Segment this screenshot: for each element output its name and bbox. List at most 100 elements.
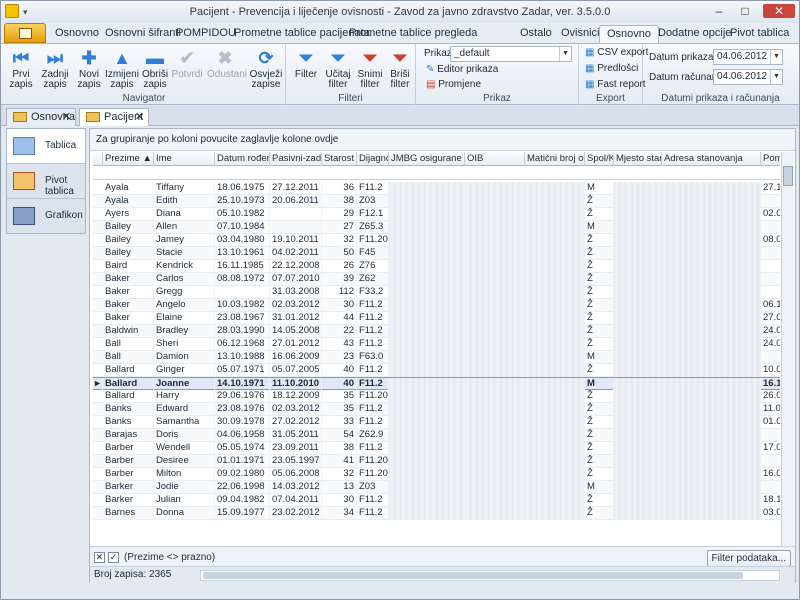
table-cell[interactable]: Ballard [103, 390, 154, 403]
table-cell[interactable] [525, 260, 585, 273]
table-cell[interactable] [662, 507, 761, 520]
table-cell[interactable] [525, 442, 585, 455]
table-cell[interactable] [662, 325, 761, 338]
table-cell[interactable] [662, 234, 761, 247]
table-row[interactable]: Ballard Harry 29.06.1976 18.12.2009 35 F11.20… [93, 390, 780, 403]
table-row[interactable]: AyersDiana05.10.1982 29F12.1 Ž 02.05. [93, 208, 780, 221]
table-cell[interactable]: 32 [322, 468, 357, 481]
table-cell[interactable]: F11.2 [357, 403, 389, 416]
table-cell[interactable] [389, 299, 465, 312]
table-row[interactable]: Barajas Doris 04.06.1958 31.05.2011 54 Z62.9 Ž [93, 429, 780, 442]
filter-enabled-checkbox[interactable]: ✓ [108, 552, 119, 563]
table-cell[interactable] [465, 494, 525, 507]
table-cell[interactable] [389, 481, 465, 494]
table-cell[interactable] [761, 260, 780, 273]
table-cell[interactable]: Ž [585, 299, 614, 312]
table-row[interactable]: Baker Elaine 23.08.1967 31.01.2012 44 F11.2 Ž 2… [93, 312, 780, 325]
table-cell[interactable]: Banks [103, 416, 154, 429]
table-cell[interactable]: F11.2 [357, 338, 389, 351]
table-cell[interactable]: Damion [154, 351, 215, 364]
table-cell[interactable] [525, 403, 585, 416]
column-header[interactable]: JMBG osigurane oso [389, 152, 465, 166]
table-cell[interactable]: Elaine [154, 312, 215, 325]
table-cell[interactable]: 24.03. [761, 338, 780, 351]
table-cell[interactable] [389, 455, 465, 468]
table-cell[interactable]: Z03 [357, 481, 389, 494]
table-cell[interactable]: 25.10.1973 [215, 195, 270, 208]
table-cell[interactable]: Ž [585, 442, 614, 455]
table-cell[interactable]: Baker [103, 299, 154, 312]
table-cell[interactable]: Baker [103, 273, 154, 286]
table-cell[interactable]: Barnes [103, 507, 154, 520]
table-cell[interactable]: 05.07.1971 [215, 364, 270, 377]
clear-filter-button[interactable]: ⏷ Briši filter [384, 48, 416, 90]
table-cell[interactable] [389, 312, 465, 325]
table-cell[interactable] [465, 325, 525, 338]
close-icon[interactable]: ✕ [135, 109, 144, 125]
table-cell[interactable]: Doris [154, 429, 215, 442]
scroll-thumb[interactable] [783, 166, 793, 186]
editor-prikaza-button[interactable]: ✎ Editor prikaza [426, 64, 498, 75]
table-cell[interactable]: 38 [322, 442, 357, 455]
table-cell[interactable] [662, 494, 761, 507]
table-cell[interactable] [465, 299, 525, 312]
table-row[interactable]: Banks Samantha 30.09.1978 27.02.2012 33 F11.2… [93, 416, 780, 429]
table-row[interactable]: Barber Wendell 05.05.1974 23.09.2011 38 F11.2… [93, 442, 780, 455]
cancel-button[interactable]: ✖ Odustani [207, 48, 247, 80]
table-cell[interactable] [614, 182, 662, 195]
table-cell[interactable]: 23.08.1976 [215, 403, 270, 416]
table-cell[interactable] [465, 429, 525, 442]
table-cell[interactable]: Ž [585, 507, 614, 520]
table-cell[interactable]: Baldwin [103, 325, 154, 338]
table-row[interactable]: Ayala Edith 25.10.1973 20.06.2011 38 Z03 Ž [93, 195, 780, 208]
table-cell[interactable] [614, 390, 662, 403]
table-cell[interactable]: Carlos [154, 273, 215, 286]
table-cell[interactable] [614, 273, 662, 286]
table-cell[interactable]: Ball [103, 338, 154, 351]
table-cell[interactable]: 29.06.1976 [215, 390, 270, 403]
application-menu-button[interactable] [4, 23, 46, 43]
table-cell[interactable]: M [585, 221, 614, 234]
table-cell[interactable]: 02.03.2012 [270, 403, 322, 416]
table-cell[interactable] [761, 247, 780, 260]
filter-data-button[interactable]: Filter podataka... [706, 550, 791, 567]
table-cell[interactable]: 50 [322, 247, 357, 260]
table-cell[interactable] [389, 208, 465, 221]
table-cell[interactable]: 08.04. [761, 234, 780, 247]
table-cell[interactable]: 03.04.1980 [215, 234, 270, 247]
clear-filter-icon[interactable]: ✕ [94, 552, 105, 563]
table-cell[interactable] [614, 455, 662, 468]
table-cell[interactable]: 31.03.2008 [270, 286, 322, 299]
table-cell[interactable]: 38 [322, 195, 357, 208]
table-row[interactable]: Barker Julian 09.04.1982 07.04.2011 30 F11.2 Ž… [93, 494, 780, 507]
table-cell[interactable] [662, 221, 761, 234]
table-cell[interactable]: 29 [322, 208, 357, 221]
nav-grafikon[interactable]: Grafikon [7, 199, 85, 234]
tab-ostalo[interactable]: Ostalo [513, 25, 559, 43]
table-cell[interactable] [525, 299, 585, 312]
table-cell[interactable]: 30.09.1978 [215, 416, 270, 429]
table-cell[interactable]: 23.05.1997 [270, 455, 322, 468]
table-cell[interactable]: 04.02.2011 [270, 247, 322, 260]
table-cell[interactable]: Ž [585, 468, 614, 481]
table-cell[interactable] [389, 442, 465, 455]
table-cell[interactable]: 07.07.2010 [270, 273, 322, 286]
group-by-panel[interactable]: Za grupiranje po koloni povucite zaglavl… [90, 129, 795, 151]
table-cell[interactable]: 18.06.1975 [215, 182, 270, 195]
table-cell[interactable] [389, 403, 465, 416]
doc-tab-osnovna[interactable]: Osnovna ✕ [6, 108, 76, 126]
first-record-button[interactable]: ⏮ Prvi zapis [5, 48, 37, 90]
table-cell[interactable]: Samantha [154, 416, 215, 429]
delete-record-button[interactable]: ▬ Obriši zapis [139, 48, 171, 90]
table-cell[interactable]: Ayala [103, 195, 154, 208]
table-cell[interactable]: 10.03.1982 [215, 299, 270, 312]
table-cell[interactable] [389, 494, 465, 507]
table-cell[interactable] [389, 286, 465, 299]
doc-tab-pacijent[interactable]: Pacijent ✕ [79, 108, 149, 126]
table-cell[interactable]: Donna [154, 507, 215, 520]
table-cell[interactable]: 24.03. [761, 325, 780, 338]
table-row[interactable]: ▸ Ballard Joanne 14.10.1971 11.10.2010 40 F11.… [93, 377, 780, 391]
table-cell[interactable] [662, 312, 761, 325]
table-cell[interactable] [389, 234, 465, 247]
table-cell[interactable]: 13.10.1988 [215, 351, 270, 364]
